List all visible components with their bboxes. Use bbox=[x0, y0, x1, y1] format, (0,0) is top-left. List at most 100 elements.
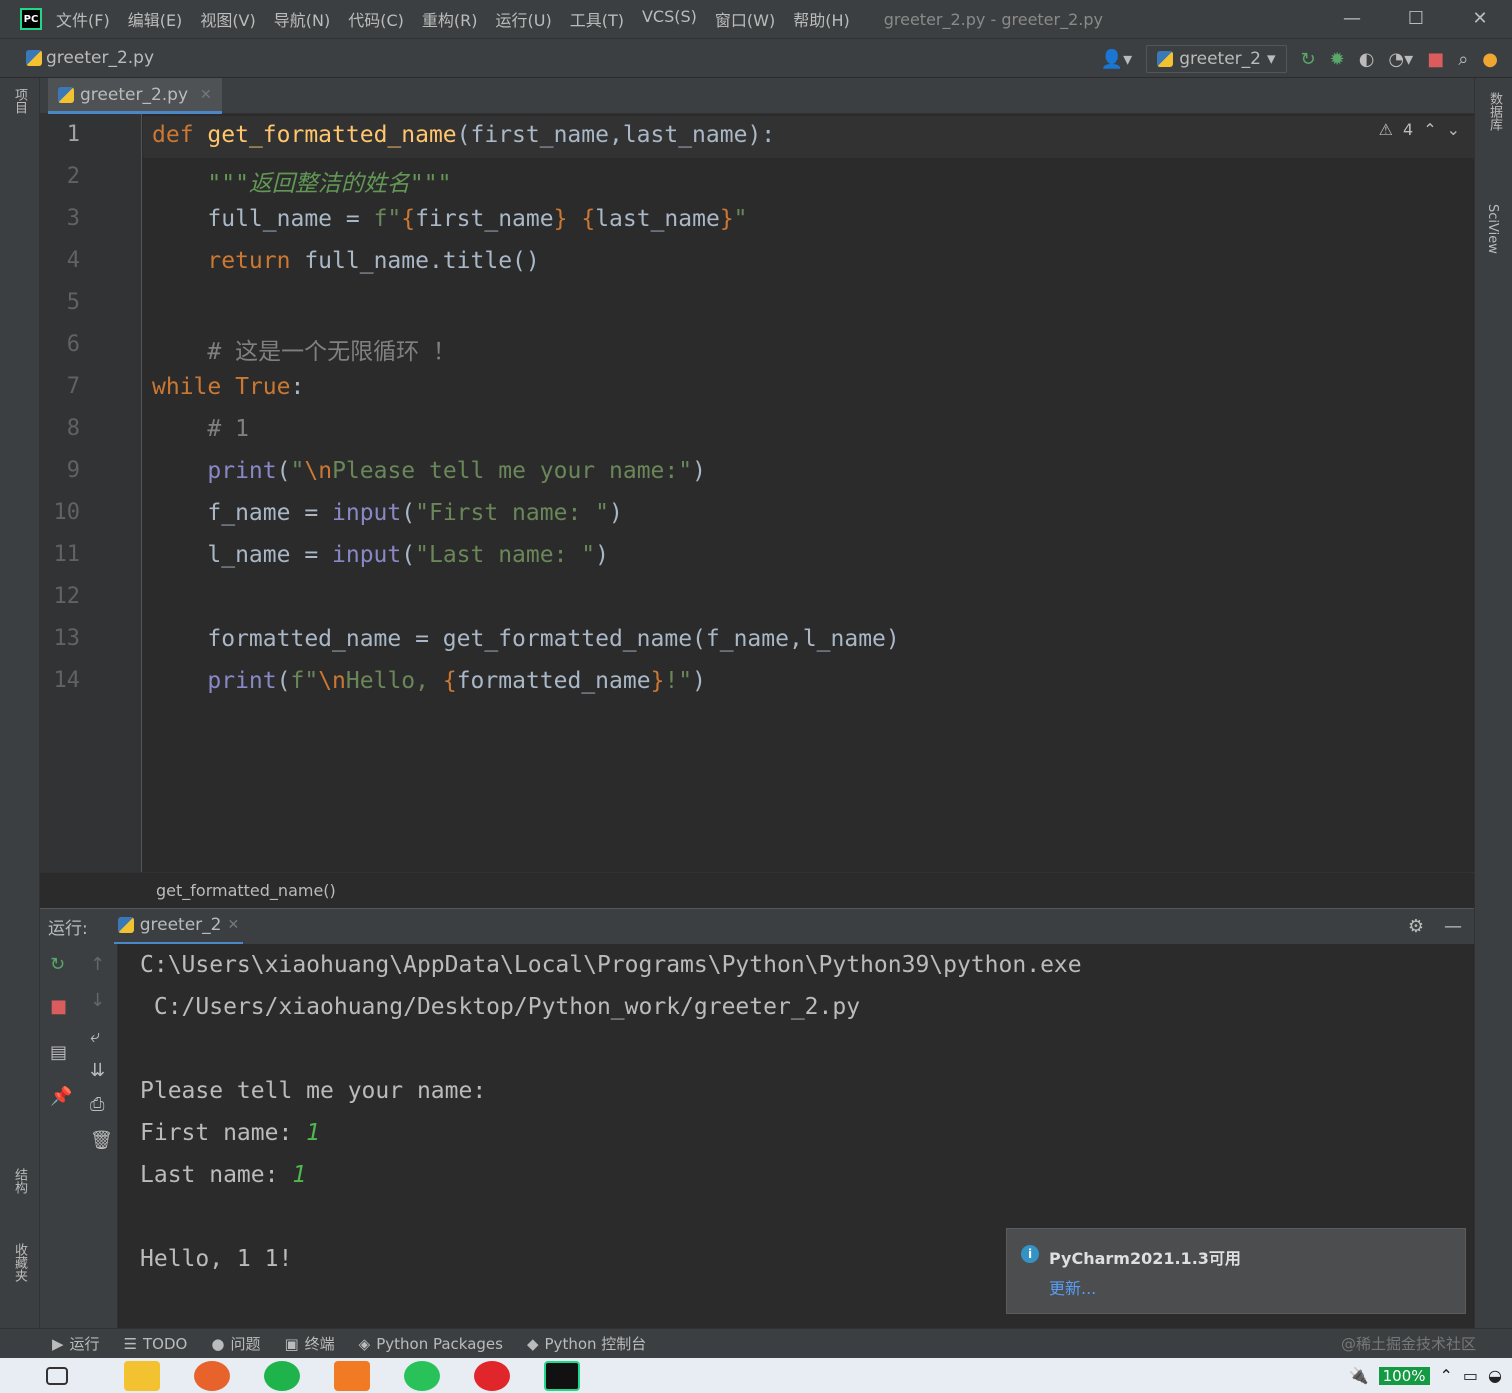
code-token: # 1 bbox=[207, 416, 249, 442]
inspection-widget[interactable]: ⚠ 4 ⌃ ⌄ bbox=[1379, 120, 1460, 139]
power-plug-icon[interactable]: 🔌 bbox=[1349, 1366, 1369, 1385]
run-tab-greeter[interactable]: greeter_2 ✕ bbox=[113, 909, 244, 945]
structure-tool-tab[interactable]: 结构 bbox=[10, 1168, 29, 1194]
code-token: \n bbox=[318, 668, 346, 694]
code-token: ) bbox=[692, 668, 706, 694]
task-view-icon[interactable] bbox=[46, 1366, 68, 1385]
nav-breadcrumb[interactable]: greeter_2.py bbox=[26, 48, 154, 68]
line-number: 4 bbox=[66, 248, 80, 273]
scroll-to-end-icon[interactable]: ⇊ bbox=[90, 1060, 105, 1081]
wifi-icon[interactable]: ◒ bbox=[1488, 1366, 1502, 1385]
layout-icon[interactable]: ▤ bbox=[50, 1042, 67, 1063]
maximize-button[interactable]: ☐ bbox=[1384, 0, 1448, 38]
code-line-7: while True: bbox=[152, 374, 304, 400]
firefox-icon[interactable] bbox=[194, 1360, 230, 1391]
line-number: 11 bbox=[53, 542, 81, 567]
menu-view[interactable]: 视图(V) bbox=[200, 7, 255, 31]
sciview-tool-tab[interactable]: SciView bbox=[1485, 204, 1500, 254]
run-toolbar: ↻ ↑ ■ ↓ ⤶ ▤ ⇊ 📌 ⎙ 🗑 bbox=[40, 944, 118, 1328]
search-icon[interactable]: ⌕ bbox=[1458, 49, 1468, 70]
debug-icon[interactable]: ✹ bbox=[1330, 49, 1345, 70]
battery-percent[interactable]: 100% bbox=[1378, 1366, 1430, 1385]
menu-code[interactable]: 代码(C) bbox=[348, 7, 404, 31]
menu-navigate[interactable]: 导航(N) bbox=[274, 7, 330, 31]
python-file-icon bbox=[58, 86, 74, 103]
database-tool-tab[interactable]: 数据库 bbox=[1485, 92, 1504, 131]
code-token: input bbox=[332, 542, 402, 568]
python-packages-tool-button[interactable]: ◈ Python Packages bbox=[359, 1335, 503, 1353]
update-link[interactable]: 更新... bbox=[1049, 1275, 1096, 1299]
code-editor[interactable]: 1 2 3 4 5 6 7 8 9 10 11 12 13 14 ⚠ 4 ⌃ ⌄… bbox=[40, 114, 1474, 872]
code-token: first_name bbox=[415, 206, 554, 232]
arrow-down-icon[interactable]: ↓ bbox=[90, 990, 105, 1011]
editor-tab-greeter[interactable]: greeter_2.py ✕ bbox=[48, 78, 222, 114]
chevron-down-icon[interactable]: ⌄ bbox=[1447, 120, 1460, 139]
run-panel-label: 运行: bbox=[48, 919, 88, 939]
stop-icon[interactable]: ■ bbox=[1427, 49, 1444, 70]
menu-edit[interactable]: 编辑(E) bbox=[128, 7, 183, 31]
chevron-up-icon[interactable]: ⌃ bbox=[1423, 120, 1436, 139]
console-line: First name: 1 bbox=[140, 1120, 320, 1146]
terminal-tool-button[interactable]: ▣ 终端 bbox=[284, 1333, 334, 1354]
close-tab-icon[interactable]: ✕ bbox=[228, 917, 240, 933]
console-line: Please tell me your name: bbox=[140, 1078, 487, 1104]
python-console-tool-button[interactable]: ◆ Python 控制台 bbox=[527, 1333, 646, 1354]
sublime-icon[interactable] bbox=[334, 1360, 370, 1391]
music-app-icon[interactable] bbox=[474, 1360, 510, 1391]
console-line: Hello, 1 1! bbox=[140, 1246, 293, 1272]
line-number: 3 bbox=[66, 206, 80, 231]
monitor-icon[interactable]: ▭ bbox=[1463, 1366, 1478, 1385]
stop-icon[interactable]: ■ bbox=[50, 996, 67, 1017]
profile-icon[interactable]: ◔▾ bbox=[1388, 49, 1413, 70]
gear-icon[interactable]: ⚙ bbox=[1408, 916, 1424, 937]
menu-window[interactable]: 窗口(W) bbox=[715, 7, 775, 31]
code-token: l_name = bbox=[207, 542, 333, 568]
user-icon[interactable]: 👤▾ bbox=[1101, 49, 1132, 70]
arrow-up-icon[interactable]: ↑ bbox=[90, 954, 105, 975]
favorites-tool-tab[interactable]: 收藏夹 bbox=[10, 1243, 29, 1282]
run-tool-button[interactable]: ▶ 运行 bbox=[52, 1333, 100, 1354]
console-prompt-label: Last name: bbox=[140, 1162, 293, 1188]
code-token: { bbox=[401, 206, 416, 232]
line-number: 14 bbox=[53, 668, 81, 693]
os-taskbar: 🔌 100% ⌃ ▭ ◒ bbox=[0, 1358, 1512, 1393]
chat-app-icon[interactable] bbox=[264, 1360, 300, 1391]
menu-tools[interactable]: 工具(T) bbox=[570, 7, 624, 31]
chevron-up-icon[interactable]: ⌃ bbox=[1440, 1366, 1453, 1385]
minimize-button[interactable]: — bbox=[1320, 0, 1384, 38]
code-line-9: print("\nPlease tell me your name:") bbox=[152, 458, 706, 484]
project-tool-tab[interactable]: 项目 bbox=[10, 88, 29, 114]
line-number-gutter: 1 2 3 4 5 6 7 8 9 10 11 12 13 14 bbox=[40, 114, 142, 872]
line-number: 10 bbox=[53, 500, 81, 525]
pin-icon[interactable]: 📌 bbox=[50, 1086, 72, 1107]
code-token: { bbox=[581, 206, 596, 232]
close-window-button[interactable]: ✕ bbox=[1448, 0, 1512, 38]
menu-vcs[interactable]: VCS(S) bbox=[642, 7, 697, 31]
rerun-icon[interactable]: ↻ bbox=[1301, 49, 1316, 70]
line-number: 5 bbox=[66, 290, 80, 315]
menu-help[interactable]: 帮助(H) bbox=[793, 7, 850, 31]
close-tab-icon[interactable]: ✕ bbox=[200, 87, 212, 103]
soft-wrap-icon[interactable]: ⤶ bbox=[90, 1026, 100, 1047]
menu-refactor[interactable]: 重构(R) bbox=[422, 7, 478, 31]
menu-run[interactable]: 运行(U) bbox=[496, 7, 552, 31]
pycharm-taskbar-icon[interactable] bbox=[544, 1360, 580, 1391]
todo-tool-button[interactable]: ☰ TODO bbox=[124, 1335, 188, 1353]
menu-file[interactable]: 文件(F) bbox=[56, 7, 110, 31]
trash-icon[interactable]: 🗑 bbox=[90, 1130, 113, 1151]
code-token: : bbox=[290, 374, 305, 400]
minimize-panel-icon[interactable]: — bbox=[1444, 916, 1462, 937]
file-explorer-icon[interactable] bbox=[124, 1360, 160, 1391]
play-icon: ▶ bbox=[52, 1334, 64, 1353]
update-icon[interactable]: ● bbox=[1482, 49, 1498, 70]
code-token: !" bbox=[664, 668, 693, 694]
code-token: "First name: " bbox=[415, 500, 609, 526]
run-config-selector[interactable]: greeter_2 ▾ bbox=[1146, 45, 1287, 73]
code-breadcrumb[interactable]: get_formatted_name() bbox=[40, 872, 1474, 908]
wechat-icon[interactable] bbox=[404, 1360, 440, 1391]
coverage-icon[interactable]: ◐ bbox=[1359, 49, 1375, 70]
print-icon[interactable]: ⎙ bbox=[90, 1094, 104, 1115]
problems-tool-button[interactable]: ● 问题 bbox=[211, 1333, 260, 1354]
rerun-icon[interactable]: ↻ bbox=[50, 954, 65, 975]
code-line-14: print(f"\nHello, {formatted_name}!") bbox=[152, 668, 706, 694]
